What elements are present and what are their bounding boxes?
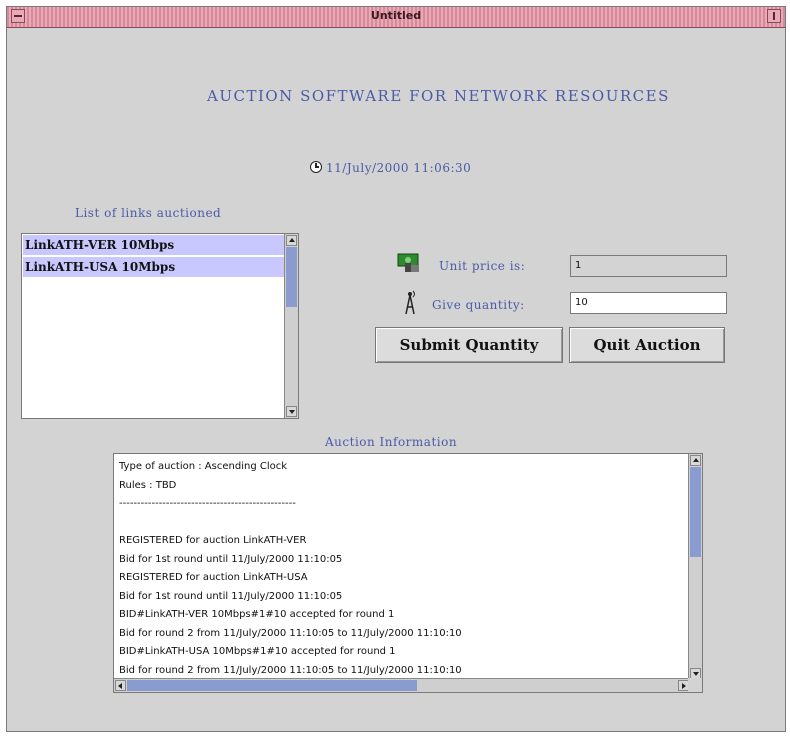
- info-horizontal-scroll-thumb[interactable]: [127, 680, 417, 691]
- info-line: Rules : TBD: [119, 479, 177, 491]
- info-line: ----------------------------------------…: [119, 498, 296, 509]
- quantity-input[interactable]: 10: [570, 292, 727, 314]
- auction-information-textarea[interactable]: Type of auction : Ascending Clock Rules :…: [113, 453, 703, 693]
- clock-icon: [310, 161, 322, 173]
- window-title: Untitled: [370, 9, 422, 22]
- info-vertical-scroll-thumb[interactable]: [690, 467, 701, 557]
- links-vertical-scrollbar[interactable]: [284, 234, 298, 418]
- info-line: Bid for 1st round until 11/July/2000 11:…: [119, 553, 343, 565]
- info-line: BID#LinkATH-VER 10Mbps#1#10 accepted for…: [119, 609, 395, 620]
- page-heading: AUCTION SOFTWARE FOR NETWORK RESOURCES: [207, 87, 670, 105]
- info-line: BID#LinkATH-USA 10Mbps#1#10 accepted for…: [119, 646, 396, 657]
- clock-timestamp: 11/July/2000 11:06:30: [326, 161, 472, 175]
- info-line: Bid for 1st round until 11/July/2000 11:…: [119, 590, 343, 602]
- quantity-label: Give quantity:: [432, 298, 525, 312]
- scroll-up-icon[interactable]: [286, 235, 297, 246]
- links-list-label: List of links auctioned: [75, 206, 222, 220]
- links-scroll-thumb[interactable]: [286, 247, 297, 307]
- link-list-item[interactable]: LinkATH-USA 10Mbps: [23, 257, 287, 277]
- scrollbar-corner: [688, 678, 702, 692]
- info-line: [119, 514, 679, 533]
- info-line: REGISTERED for auction LinkATH-USA: [119, 572, 308, 583]
- title-bar[interactable]: Untitled: [7, 7, 785, 28]
- links-listbox[interactable]: LinkATH-VER 10Mbps LinkATH-USA 10Mbps: [21, 233, 299, 419]
- info-horizontal-scrollbar[interactable]: [114, 678, 690, 692]
- submit-quantity-button[interactable]: Submit Quantity: [375, 327, 563, 363]
- auction-information-label: Auction Information: [325, 435, 458, 449]
- maximize-button[interactable]: [767, 9, 781, 23]
- scroll-down-icon[interactable]: [286, 406, 297, 417]
- antenna-icon: [405, 290, 415, 315]
- info-line: REGISTERED for auction LinkATH-VER: [119, 535, 307, 546]
- info-line: Type of auction : Ascending Clock: [119, 461, 288, 472]
- money-icon: [397, 253, 419, 272]
- scroll-up-icon[interactable]: [690, 455, 701, 466]
- info-vertical-scrollbar[interactable]: [688, 454, 702, 680]
- info-lines: Type of auction : Ascending Clock Rules :…: [119, 458, 679, 680]
- quit-auction-button[interactable]: Quit Auction: [569, 327, 725, 363]
- app-window: Untitled AUCTION SOFTWARE FOR NETWORK RE…: [6, 6, 786, 732]
- unit-price-field: 1: [570, 255, 727, 277]
- scroll-left-icon[interactable]: [115, 680, 126, 691]
- info-line: Bid for round 2 from 11/July/2000 11:10:…: [119, 627, 462, 639]
- unit-price-label: Unit price is:: [439, 259, 526, 273]
- link-list-item[interactable]: LinkATH-VER 10Mbps: [23, 235, 287, 255]
- clock-row: 11/July/2000 11:06:30: [310, 161, 471, 175]
